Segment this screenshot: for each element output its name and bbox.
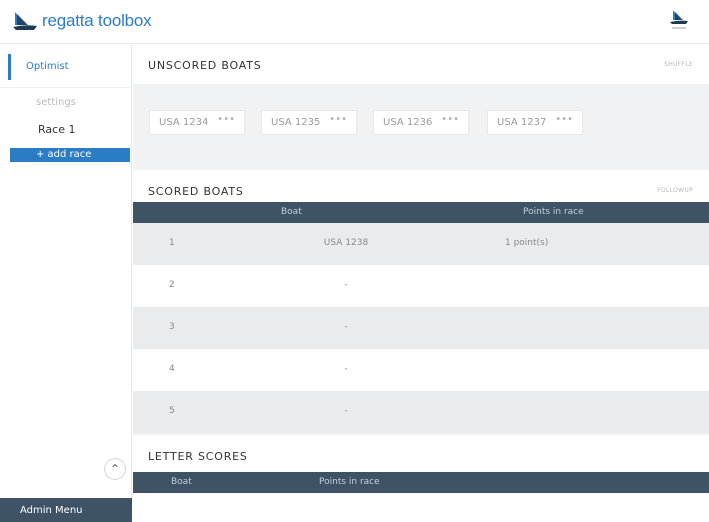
shuffle-link[interactable]: SHUFFLE bbox=[664, 61, 693, 68]
boat-chip[interactable]: USA 1237 ••• bbox=[487, 110, 583, 135]
row-boat[interactable]: - bbox=[301, 406, 391, 416]
boat-chip[interactable]: USA 1234 ••• bbox=[149, 110, 245, 135]
boat-chip[interactable]: USA 1235 ••• bbox=[261, 110, 357, 135]
more-icon[interactable]: ••• bbox=[555, 114, 573, 125]
boat-name: USA 1234 bbox=[159, 117, 209, 128]
row-number: 1 bbox=[169, 238, 175, 248]
row-number: 5 bbox=[169, 406, 175, 416]
followup-link[interactable]: FOLLOWUP bbox=[657, 187, 693, 194]
table-row[interactable]: 1 USA 1238 1 point(s) bbox=[133, 223, 709, 265]
active-indicator bbox=[8, 54, 11, 80]
column-header-points: Points in race bbox=[319, 477, 380, 487]
unscored-boats-header: UNSCORED BOATS SHUFFLE bbox=[133, 44, 709, 84]
letter-scores-body bbox=[133, 493, 709, 522]
more-icon[interactable]: ••• bbox=[329, 114, 347, 125]
row-boat[interactable]: - bbox=[301, 364, 391, 374]
admin-menu-label: Admin Menu bbox=[20, 505, 83, 516]
scored-table-header: Boat Points in race bbox=[133, 202, 709, 223]
table-row[interactable]: 5 - bbox=[133, 391, 709, 433]
sidebar-item-race-1[interactable]: Race 1 bbox=[38, 123, 75, 136]
row-boat[interactable]: - bbox=[301, 280, 391, 290]
column-header-boat: Boat bbox=[281, 207, 302, 217]
column-header-points: Points in race bbox=[523, 207, 584, 217]
admin-menu[interactable]: Admin Menu bbox=[0, 498, 132, 522]
row-points: 1 point(s) bbox=[505, 238, 549, 248]
main-content: UNSCORED BOATS SHUFFLE USA 1234 ••• USA … bbox=[133, 44, 709, 522]
add-race-button[interactable]: + add race bbox=[10, 148, 130, 162]
top-bar: regatta toolbox bbox=[0, 0, 709, 44]
unscored-boats-list: USA 1234 ••• USA 1235 ••• USA 1236 ••• U… bbox=[133, 88, 709, 158]
more-icon[interactable]: ••• bbox=[217, 114, 235, 125]
table-row[interactable]: 2 - bbox=[133, 265, 709, 307]
brand-name: regatta toolbox bbox=[42, 11, 152, 30]
section-title: LETTER SCORES bbox=[148, 450, 248, 463]
event-name: Optimist bbox=[26, 61, 69, 72]
brand[interactable]: regatta toolbox bbox=[12, 10, 152, 32]
row-boat[interactable]: USA 1238 bbox=[301, 238, 391, 248]
table-row[interactable]: 3 - bbox=[133, 307, 709, 349]
row-number: 2 bbox=[169, 280, 175, 290]
sidebar: Optimist settings Race 1 + add race Admi… bbox=[0, 44, 132, 522]
row-boat[interactable]: - bbox=[301, 322, 391, 332]
event-header[interactable]: Optimist bbox=[0, 44, 131, 88]
more-icon[interactable]: ••• bbox=[441, 114, 459, 125]
section-title: UNSCORED BOATS bbox=[148, 59, 262, 72]
sailboat-logo-icon bbox=[13, 12, 37, 30]
chevron-up-icon[interactable]: ⌃ bbox=[104, 458, 126, 480]
row-number: 3 bbox=[169, 322, 175, 332]
boat-name: USA 1236 bbox=[383, 117, 433, 128]
letter-scores-header: LETTER SCORES bbox=[133, 435, 709, 475]
sidebar-item-settings[interactable]: settings bbox=[36, 97, 76, 108]
boat-icon[interactable] bbox=[669, 8, 689, 32]
row-number: 4 bbox=[169, 364, 175, 374]
column-header-boat: Boat bbox=[171, 477, 192, 487]
boat-name: USA 1237 bbox=[497, 117, 547, 128]
table-row[interactable]: 4 - bbox=[133, 349, 709, 391]
boat-chip[interactable]: USA 1236 ••• bbox=[373, 110, 469, 135]
letter-table-header: Boat Points in race bbox=[133, 472, 709, 493]
section-title: SCORED BOATS bbox=[148, 185, 244, 198]
boat-name: USA 1235 bbox=[271, 117, 321, 128]
